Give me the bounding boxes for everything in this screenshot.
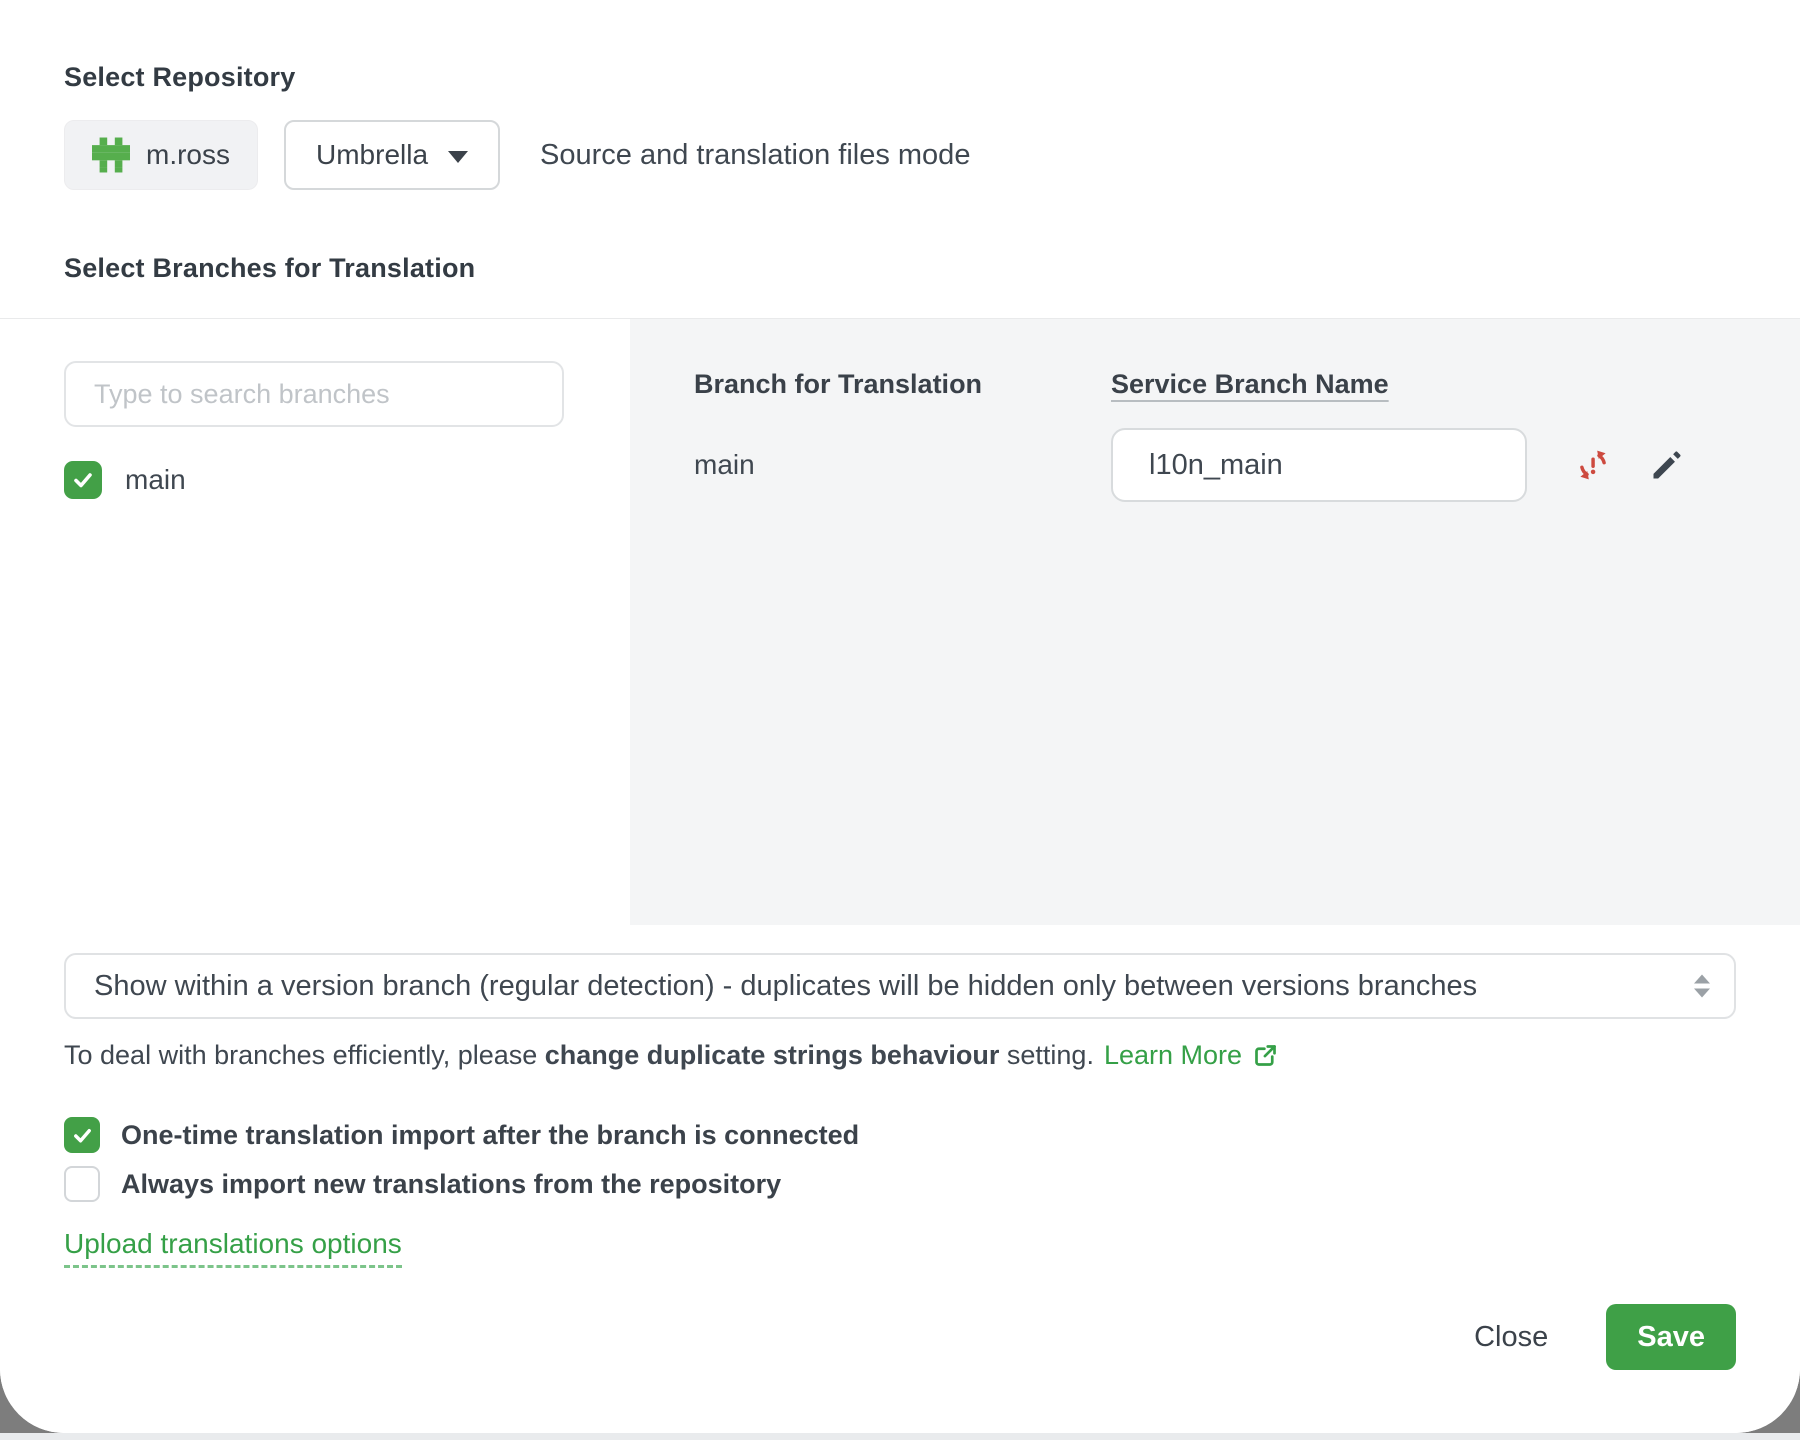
repository-row: m.ross Umbrella Source and translation f… (64, 120, 1736, 190)
repository-select-value: Umbrella (316, 139, 428, 171)
learn-more-link[interactable]: Learn More (1104, 1040, 1279, 1071)
checkmark-icon (71, 1124, 94, 1147)
repository-select[interactable]: Umbrella (284, 120, 500, 190)
close-button[interactable]: Close (1474, 1321, 1548, 1354)
checkmark-icon (71, 468, 95, 492)
duplicates-hint: To deal with branches efficiently, pleas… (64, 1040, 1736, 1071)
one-time-import-label: One-time translation import after the br… (121, 1120, 859, 1151)
service-branch-cell (1111, 428, 1736, 502)
identicon-avatar-icon (92, 136, 130, 174)
one-time-import-option[interactable]: One-time translation import after the br… (64, 1117, 859, 1153)
hint-text-prefix: To deal with branches efficiently, pleas… (64, 1040, 545, 1071)
service-branch-table-header: Branch for Translation Service Branch Na… (694, 369, 1736, 400)
select-branches-title: Select Branches for Translation (64, 253, 1736, 284)
duplicates-behaviour-value: Show within a version branch (regular de… (94, 970, 1477, 1003)
learn-more-label: Learn More (1104, 1040, 1242, 1071)
external-link-icon (1252, 1042, 1279, 1069)
save-button[interactable]: Save (1606, 1304, 1736, 1370)
service-row-branch-label: main (694, 449, 1111, 481)
branches-split-panel: main Branch for Translation Service Bran… (0, 319, 1800, 925)
always-import-option[interactable]: Always import new translations from the … (64, 1166, 781, 1202)
account-chip[interactable]: m.ross (64, 120, 258, 190)
modal-footer: Close Save (64, 1304, 1736, 1370)
column-branch-for-translation: Branch for Translation (694, 369, 1111, 400)
branch-item-label: main (125, 464, 186, 496)
branch-list-item[interactable]: main (64, 461, 186, 499)
one-time-import-checkbox-checked[interactable] (64, 1117, 100, 1153)
duplicates-behaviour-select[interactable]: Show within a version branch (regular de… (64, 953, 1736, 1019)
branch-list-pane: main (0, 319, 630, 925)
import-options-group: One-time translation import after the br… (64, 1117, 1736, 1202)
edit-service-branch-button[interactable] (1649, 447, 1685, 483)
chevron-down-icon (448, 151, 468, 163)
branch-checkbox-checked[interactable] (64, 461, 102, 499)
always-import-checkbox-unchecked[interactable] (64, 1166, 100, 1202)
service-branch-name-input[interactable] (1111, 428, 1527, 502)
integration-settings-modal: Select Repository m.ross (0, 0, 1800, 1433)
always-import-label: Always import new translations from the … (121, 1169, 781, 1200)
branch-search-input[interactable] (64, 361, 564, 427)
files-mode-label: Source and translation files mode (540, 139, 970, 172)
pencil-icon (1649, 447, 1685, 483)
hint-text-bold: change duplicate strings behaviour (545, 1040, 1000, 1071)
hint-text-suffix: setting. (999, 1040, 1094, 1071)
select-updown-icon (1694, 975, 1710, 998)
repository-section: Select Repository m.ross (0, 0, 1800, 319)
account-chip-label: m.ross (146, 139, 230, 171)
options-section: Show within a version branch (regular de… (0, 925, 1800, 1433)
column-service-branch-name[interactable]: Service Branch Name (1111, 369, 1389, 400)
service-branch-pane: Branch for Translation Service Branch Na… (630, 319, 1800, 925)
upload-translations-options-link[interactable]: Upload translations options (64, 1228, 402, 1268)
sync-problem-icon (1575, 447, 1611, 483)
select-repository-title: Select Repository (64, 62, 1736, 93)
service-branch-row: main (694, 428, 1736, 502)
